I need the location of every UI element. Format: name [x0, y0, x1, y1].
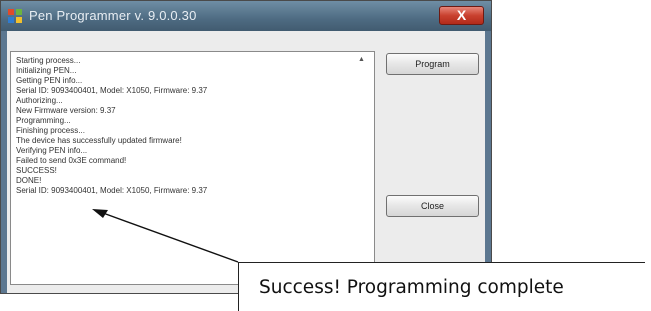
log-line: DONE! — [16, 176, 42, 185]
window-frame-right — [485, 31, 491, 293]
log-line: Serial ID: 9093400401, Model: X1050, Fir… — [16, 186, 208, 195]
log-line: Authorizing... — [16, 96, 63, 105]
close-button[interactable]: Close — [386, 195, 479, 217]
window-frame-left — [1, 31, 7, 293]
log-lines: Starting process... Initializing PEN... … — [16, 56, 207, 196]
log-line: SUCCESS! — [16, 166, 57, 175]
log-line: Failed to send 0x3E command! — [16, 156, 127, 165]
log-output[interactable]: Starting process... Initializing PEN... … — [10, 51, 375, 285]
log-line: The device has successfully updated firm… — [16, 136, 182, 145]
log-line: Getting PEN info... — [16, 76, 83, 85]
log-line: Serial ID: 9093400401, Model: X1050, Fir… — [16, 86, 208, 95]
window-title: Pen Programmer v. 9.0.0.30 — [29, 8, 197, 23]
log-line: Starting process... — [16, 56, 81, 65]
title-bar[interactable]: Pen Programmer v. 9.0.0.30 X — [1, 1, 491, 31]
log-line: Verifying PEN info... — [16, 146, 88, 155]
callout-text: Success! Programming complete — [259, 277, 564, 298]
callout-box: Success! Programming complete — [238, 262, 645, 311]
log-line: Finishing process... — [16, 126, 85, 135]
log-line: New Firmware version: 9.37 — [16, 106, 116, 115]
scroll-up-icon[interactable]: ▲ — [358, 56, 365, 63]
log-line: Initializing PEN... — [16, 66, 77, 75]
log-line: Programming... — [16, 116, 71, 125]
programmer-window: Pen Programmer v. 9.0.0.30 X Starting pr… — [0, 0, 492, 294]
app-icon — [8, 9, 22, 23]
close-icon[interactable]: X — [440, 7, 483, 24]
window-close-button[interactable]: X — [439, 6, 484, 25]
program-button[interactable]: Program — [386, 53, 479, 75]
